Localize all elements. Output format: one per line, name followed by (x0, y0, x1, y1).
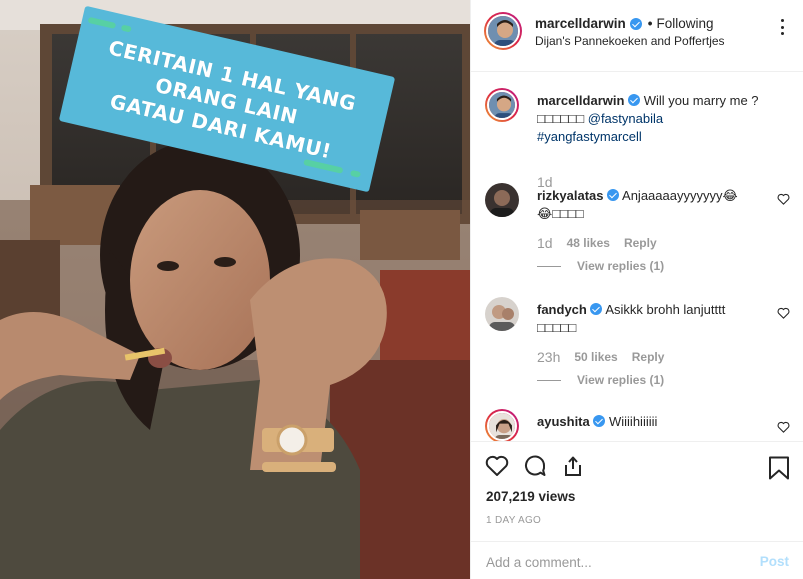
comment-username[interactable]: ayushita (537, 414, 590, 429)
caption-message: Will you marry me ? (643, 93, 759, 108)
comment-like-heart-icon[interactable] (777, 193, 790, 205)
commenter-avatar[interactable] (485, 409, 519, 441)
post-header: marcelldarwin • Following Dijan's Pannek… (471, 0, 803, 72)
comment-username[interactable]: fandych (537, 302, 587, 317)
comments-list[interactable]: marcelldarwin Will you marry me ? □□□□□□… (471, 73, 803, 441)
verified-badge-icon (590, 303, 603, 315)
caption-text: marcelldarwin Will you marry me ? □□□□□□… (537, 92, 769, 146)
commenter-avatar[interactable] (485, 183, 519, 217)
comment-time[interactable]: 23h (537, 349, 560, 365)
location-link[interactable]: Dijan's Pannekoeken and Poffertjes (535, 34, 725, 48)
comment-message: Asikkk brohh lanjutttt (605, 302, 726, 317)
view-count[interactable]: 207,219 views (486, 489, 575, 504)
comment-meta: 23h 50 likes Reply (537, 349, 664, 365)
share-icon[interactable] (561, 454, 585, 478)
author-username[interactable]: marcelldarwin (535, 16, 626, 31)
caption: marcelldarwin Will you marry me ? □□□□□□… (485, 88, 790, 190)
view-replies-line (537, 379, 561, 381)
comment-time[interactable]: 1d (537, 235, 553, 251)
comment-meta: 1d 48 likes Reply (537, 235, 657, 251)
view-replies-label: View replies (1) (577, 259, 665, 273)
verified-badge-icon (607, 189, 620, 201)
post-sidebar: marcelldarwin • Following Dijan's Pannek… (470, 0, 803, 579)
post-timestamp[interactable]: 1 DAY AGO (486, 515, 541, 526)
comment-text: fandych Asikkk brohh lanjutttt □□□□□ (537, 301, 769, 337)
comment-text: ayushita Wiiiihiiiiii (537, 413, 769, 431)
author-avatar[interactable] (484, 12, 522, 50)
commenter-avatar[interactable] (485, 297, 519, 331)
view-replies-line (537, 265, 561, 267)
verified-badge-icon (593, 415, 606, 427)
action-icons (485, 454, 585, 478)
post-comment-button[interactable]: Post (760, 554, 789, 569)
post-media[interactable]: CERITAIN 1 HAL YANG ORANG LAIN GATAU DAR… (0, 0, 470, 579)
comment-bubble-icon[interactable] (523, 454, 547, 478)
comment-message: □□□□□ (537, 320, 577, 335)
caption-hashtag-link[interactable]: #yangfastymarcell (537, 129, 642, 144)
comment-item: fandych Asikkk brohh lanjutttt □□□□□ 23h… (485, 297, 790, 397)
verified-badge-icon (629, 17, 642, 30)
post-actions: 207,219 views 1 DAY AGO (471, 441, 803, 541)
caption-username[interactable]: marcelldarwin (537, 93, 624, 108)
comment-item: rizkyalatas Anjaaaaayyyyyyy😂 😂□□□□ 1d 48… (485, 183, 790, 283)
comment-input[interactable] (486, 552, 736, 572)
caption-mention-link[interactable]: @fastynabila (588, 111, 663, 126)
reply-button[interactable]: Reply (632, 350, 665, 364)
reply-button[interactable]: Reply (624, 236, 657, 250)
more-options-icon[interactable] (774, 17, 790, 37)
comment-message: 😂□□□□ (537, 206, 584, 221)
comment-likes[interactable]: 48 likes (567, 236, 610, 250)
view-replies-button[interactable]: View replies (1) (537, 259, 664, 273)
comment-text: rizkyalatas Anjaaaaayyyyyyy😂 😂□□□□ (537, 187, 769, 223)
follow-status-button[interactable]: Following (657, 16, 714, 31)
caption-avatar[interactable] (485, 88, 519, 122)
caption-emoji: □□□□□□ (537, 111, 585, 126)
save-bookmark-icon[interactable] (768, 456, 790, 480)
view-replies-button[interactable]: View replies (1) (537, 373, 664, 387)
comment-like-heart-icon[interactable] (777, 421, 790, 433)
comment-username[interactable]: rizkyalatas (537, 188, 604, 203)
comment-message: Anjaaaaayyyyyyy😂 (622, 188, 738, 203)
verified-badge-icon (628, 94, 641, 106)
comment-message: Wiiiihiiiiii (609, 414, 658, 429)
view-replies-label: View replies (1) (577, 373, 665, 387)
author-line: marcelldarwin • Following (535, 16, 714, 31)
like-heart-icon[interactable] (485, 454, 509, 478)
separator-dot: • (647, 16, 653, 31)
comment-composer: Post (471, 541, 803, 579)
comment-likes[interactable]: 50 likes (574, 350, 617, 364)
comment-like-heart-icon[interactable] (777, 307, 790, 319)
comment-item: ayushita Wiiiihiiiiii (485, 409, 790, 441)
